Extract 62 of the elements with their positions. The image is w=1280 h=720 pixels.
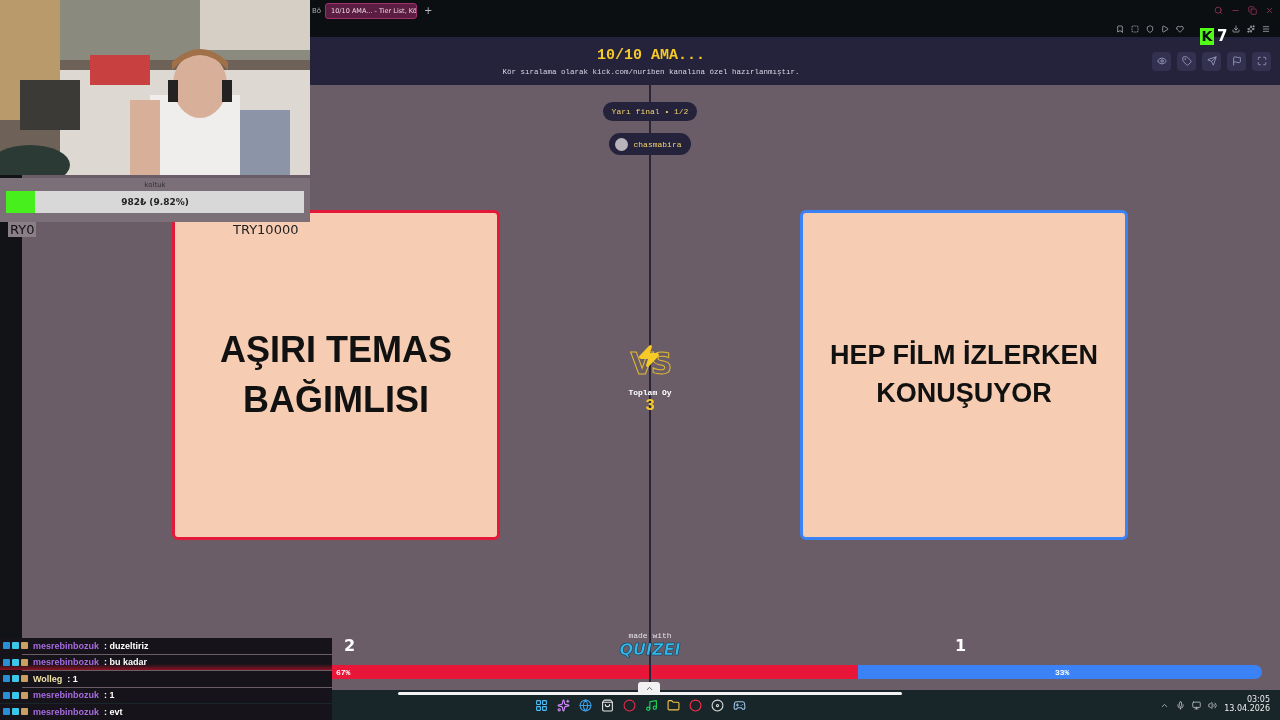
gamepad-icon[interactable] bbox=[732, 698, 746, 712]
send-icon bbox=[1206, 56, 1217, 66]
sparkle-icon[interactable] bbox=[556, 698, 570, 712]
chat-username: Wolleg bbox=[33, 673, 63, 684]
user-chip: chasmabira bbox=[609, 133, 691, 155]
play-icon[interactable] bbox=[1161, 25, 1169, 33]
chat-text: : bu kadar bbox=[104, 657, 148, 668]
answer-text: HEP FİLM İZLERKEN KONUŞUYOR bbox=[829, 339, 1099, 410]
music-icon[interactable] bbox=[644, 698, 658, 712]
heart-icon[interactable] bbox=[1176, 25, 1184, 33]
tag-button[interactable] bbox=[1177, 51, 1196, 71]
chat-username: mesrebinbozuk bbox=[33, 657, 99, 668]
quiz-title: 10/10 AMA... bbox=[597, 46, 705, 64]
eye-button[interactable] bbox=[1152, 51, 1171, 71]
globe-icon[interactable] bbox=[578, 698, 592, 712]
menu-icon[interactable] bbox=[1262, 25, 1270, 33]
volume-icon[interactable] bbox=[1208, 700, 1218, 710]
drawer-handle[interactable] bbox=[638, 682, 660, 694]
chat-username: mesrebinbozuk bbox=[33, 706, 99, 717]
total-votes: 3 bbox=[645, 397, 655, 415]
vote-percent: 67% bbox=[336, 667, 351, 677]
shield-icon[interactable] bbox=[1146, 25, 1154, 33]
vote-percent: 33% bbox=[1055, 667, 1070, 677]
sparkle-icon[interactable] bbox=[1247, 25, 1255, 33]
chat-text: : 1 bbox=[67, 673, 78, 684]
windows-icon[interactable] bbox=[534, 698, 548, 712]
chat-text: : duzeltiriz bbox=[104, 640, 149, 651]
chat-username: mesrebinbozuk bbox=[33, 640, 99, 651]
square-icon[interactable] bbox=[1131, 25, 1139, 33]
new-tab-button[interactable]: + bbox=[424, 5, 433, 16]
goal-max: TRY10000 bbox=[233, 222, 299, 237]
flag-button[interactable] bbox=[1227, 51, 1246, 71]
disc-icon[interactable] bbox=[710, 698, 724, 712]
flag-icon bbox=[1231, 56, 1242, 66]
answer-card[interactable]: HEP FİLM İZLERKEN KONUŞUYOR bbox=[800, 210, 1128, 540]
ring-icon[interactable] bbox=[622, 698, 636, 712]
round-label: Yarı final • 1/2 bbox=[602, 102, 698, 121]
fullscreen-button[interactable] bbox=[1252, 51, 1271, 71]
eye-icon bbox=[1156, 56, 1167, 66]
avatar bbox=[615, 137, 629, 151]
viewer-count: 7 bbox=[1217, 27, 1228, 45]
goal-amount: 982₺ (9.82%) bbox=[121, 197, 189, 207]
answer-text: AŞIRI TEMAS BAĞIMLISI bbox=[219, 327, 453, 422]
bag-icon[interactable] bbox=[600, 698, 614, 712]
mic-icon[interactable] bbox=[1176, 700, 1186, 710]
total-label: Toplam Oy bbox=[628, 388, 672, 397]
tag-icon bbox=[1181, 56, 1192, 66]
bookmark-icon[interactable] bbox=[1116, 25, 1124, 33]
goal-min: RY0 bbox=[8, 222, 37, 237]
chat-username: mesrebinbozuk bbox=[33, 690, 99, 701]
download-icon[interactable] bbox=[1232, 25, 1240, 33]
vote-count: 2 bbox=[344, 635, 356, 655]
send-button[interactable] bbox=[1202, 51, 1221, 71]
clock[interactable]: 03:05 13.04.2026 bbox=[1224, 696, 1270, 714]
chat-text: : 1 bbox=[104, 690, 115, 701]
folder-icon[interactable] bbox=[666, 698, 680, 712]
monitor-icon[interactable] bbox=[1192, 700, 1202, 710]
ring-icon[interactable] bbox=[688, 698, 702, 712]
vote-count: 1 bbox=[955, 635, 967, 655]
chat-text: : evt bbox=[104, 706, 123, 717]
fullscreen-icon bbox=[1256, 56, 1267, 66]
made-with-caption: made with bbox=[628, 631, 672, 640]
